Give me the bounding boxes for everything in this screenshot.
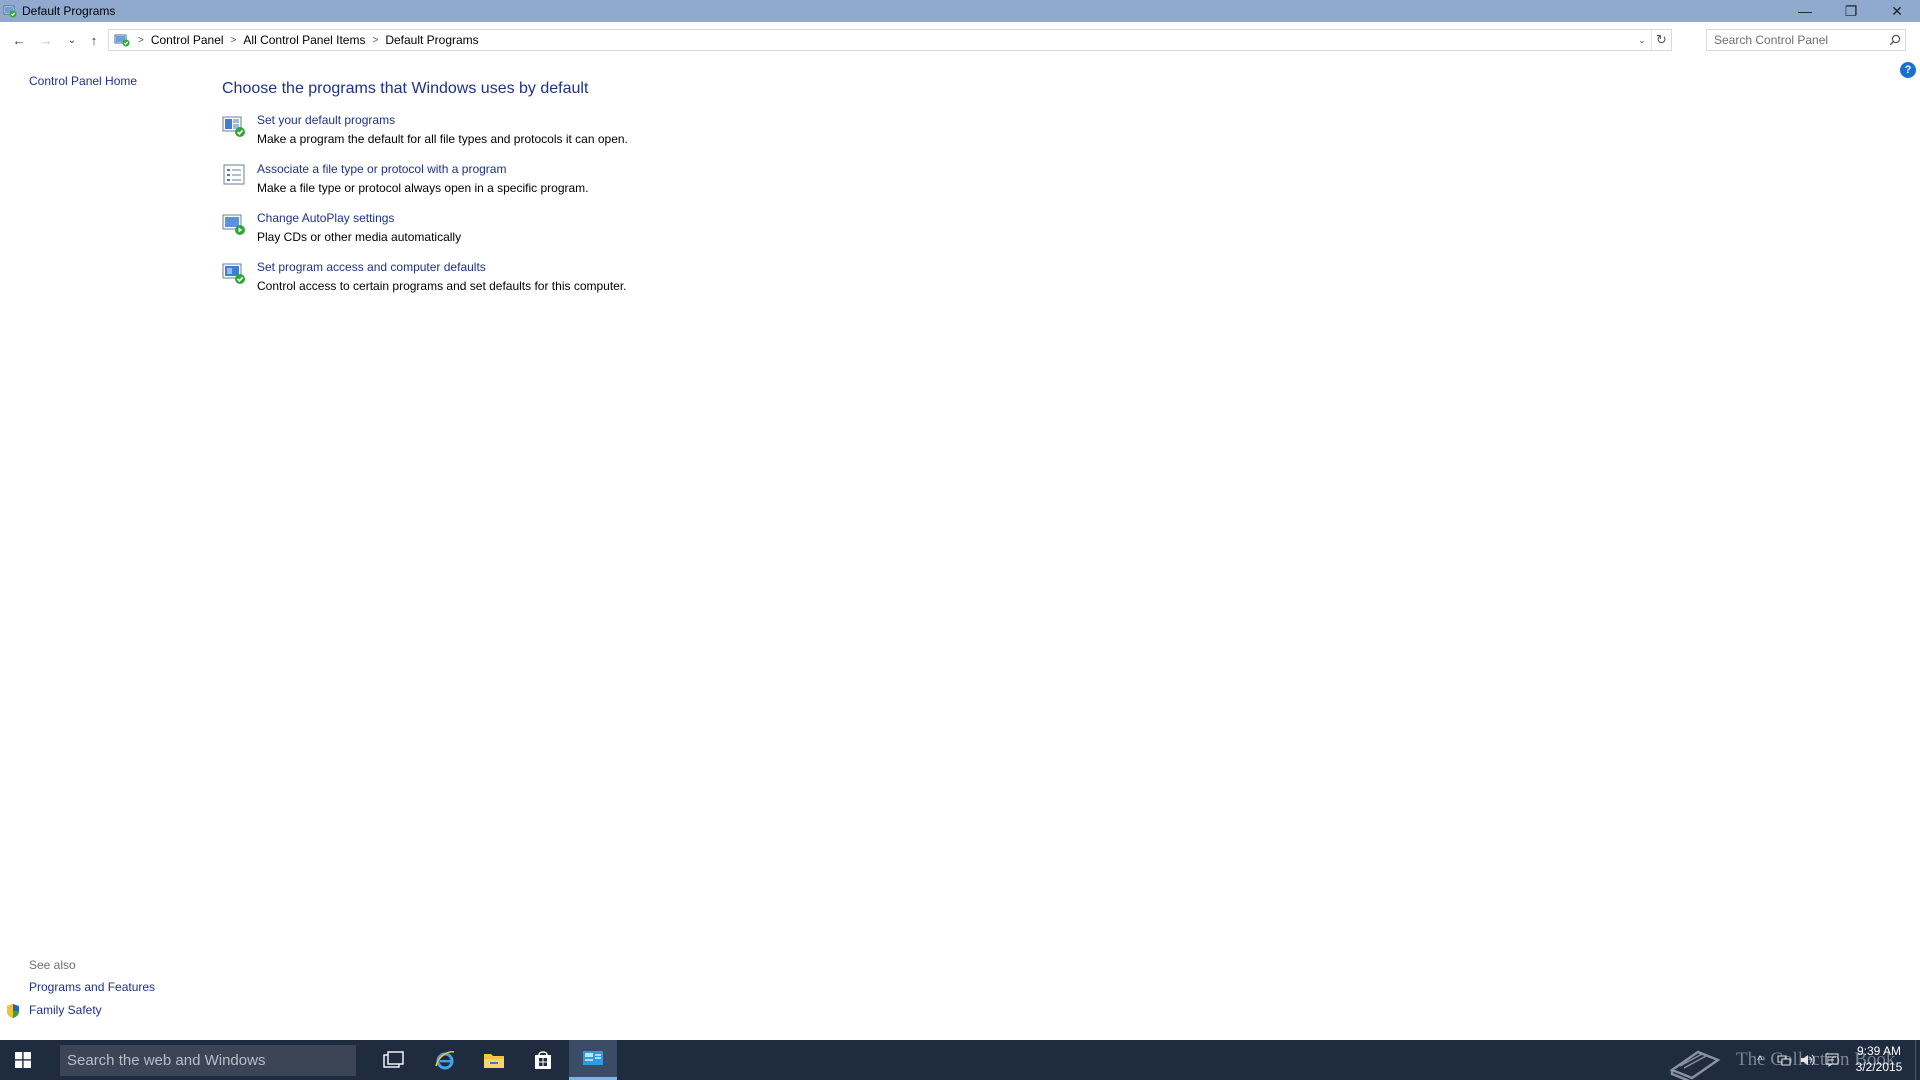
program-access-icon <box>222 261 246 285</box>
task-item: Set your default programs Make a program… <box>222 110 628 159</box>
window-title: Default Programs <box>22 4 116 18</box>
task-item: Associate a file type or protocol with a… <box>222 159 628 208</box>
up-button[interactable]: ↑ <box>84 29 104 51</box>
volume-icon[interactable] <box>1796 1040 1820 1080</box>
windows-logo-icon <box>15 1052 31 1068</box>
tray-chevron-icon[interactable]: ^ <box>1748 1040 1772 1080</box>
file-explorer-icon <box>484 1054 504 1068</box>
store-icon <box>535 1051 551 1069</box>
address-dropdown-button[interactable]: ⌄ <box>1633 30 1651 50</box>
task-description: Make a program the default for all file … <box>257 132 628 146</box>
internet-explorer-button[interactable] <box>421 1040 469 1080</box>
taskbar-search-box[interactable]: Search the web and Windows <box>60 1045 356 1076</box>
autoplay-icon <box>222 212 246 236</box>
shield-icon <box>6 1003 22 1019</box>
minimize-button[interactable]: — <box>1782 0 1828 22</box>
breadcrumb-separator[interactable]: > <box>231 35 237 46</box>
network-icon[interactable] <box>1772 1040 1796 1080</box>
main-content: Choose the programs that Windows uses by… <box>222 80 628 306</box>
control-panel-taskbar-icon <box>583 1050 603 1065</box>
task-view-icon <box>383 1051 404 1068</box>
page-title: Choose the programs that Windows uses by… <box>222 80 589 97</box>
taskbar-search-placeholder: Search the web and Windows <box>67 1052 266 1069</box>
task-description: Play CDs or other media automatically <box>257 230 462 244</box>
navigation-bar: ← → ⌄ ↑ > Control Panel > All Control Pa… <box>0 27 1920 53</box>
associate-file-type-link[interactable]: Associate a file type or protocol with a… <box>257 159 628 179</box>
set-program-access-link[interactable]: Set program access and computer defaults <box>257 257 628 277</box>
default-programs-app-icon <box>2 3 18 19</box>
control-panel-icon <box>113 32 131 48</box>
book-icon <box>1669 1050 1721 1080</box>
task-description: Make a file type or protocol always open… <box>257 181 589 195</box>
breadcrumb-separator[interactable]: > <box>138 35 144 46</box>
file-explorer-button[interactable] <box>470 1040 518 1080</box>
system-tray: ^ <box>1748 1040 1844 1080</box>
task-description: Control access to certain programs and s… <box>257 279 627 293</box>
task-item: Change AutoPlay settings Play CDs or oth… <box>222 208 628 257</box>
start-button[interactable] <box>0 1040 46 1080</box>
show-desktop-button[interactable] <box>1915 1040 1920 1080</box>
breadcrumb-control-panel[interactable]: Control Panel <box>151 33 224 47</box>
clock-time: 9:39 AM <box>1856 1044 1902 1058</box>
back-button[interactable]: ← <box>9 29 29 51</box>
breadcrumb-all-control-panel-items[interactable]: All Control Panel Items <box>243 33 365 47</box>
help-icon[interactable]: ? <box>1900 62 1916 78</box>
control-panel-home-link[interactable]: Control Panel Home <box>29 74 137 88</box>
restore-button[interactable]: ❐ <box>1828 0 1874 22</box>
close-button[interactable]: ✕ <box>1874 0 1920 22</box>
task-view-button[interactable] <box>370 1040 418 1080</box>
see-also-label: See also <box>29 958 76 972</box>
breadcrumb-separator[interactable]: > <box>372 35 378 46</box>
set-default-programs-link[interactable]: Set your default programs <box>257 110 628 130</box>
programs-and-features-link[interactable]: Programs and Features <box>29 980 155 1003</box>
address-bar[interactable]: > Control Panel > All Control Panel Item… <box>108 29 1672 51</box>
clock-date: 3/2/2015 <box>1855 1060 1903 1074</box>
control-panel-taskbar-button[interactable] <box>569 1040 617 1080</box>
search-icon[interactable] <box>1885 34 1905 46</box>
change-autoplay-settings-link[interactable]: Change AutoPlay settings <box>257 208 628 228</box>
search-input[interactable] <box>1707 30 1885 50</box>
forward-button[interactable]: → <box>36 29 56 51</box>
recent-locations-button[interactable]: ⌄ <box>62 29 82 51</box>
see-also-section: See also Programs and Features Family Sa… <box>7 958 155 1026</box>
title-bar: Default Programs <box>0 0 1920 22</box>
default-programs-icon <box>222 114 246 138</box>
window-controls: — ❐ ✕ <box>1782 0 1920 22</box>
family-safety-link[interactable]: Family Safety <box>29 1003 155 1026</box>
breadcrumb-default-programs[interactable]: Default Programs <box>385 33 478 47</box>
refresh-button[interactable]: ↻ <box>1651 30 1671 50</box>
search-box[interactable] <box>1706 29 1906 51</box>
taskbar: Search the web and Windows The Collectio… <box>0 1040 1920 1080</box>
file-association-icon <box>222 163 246 187</box>
task-item: Set program access and computer defaults… <box>222 257 628 306</box>
action-center-icon[interactable] <box>1820 1040 1844 1080</box>
taskbar-clock[interactable]: 9:39 AM 3/2/2015 <box>1850 1043 1908 1077</box>
internet-explorer-icon <box>435 1051 455 1070</box>
store-button[interactable] <box>519 1040 567 1080</box>
